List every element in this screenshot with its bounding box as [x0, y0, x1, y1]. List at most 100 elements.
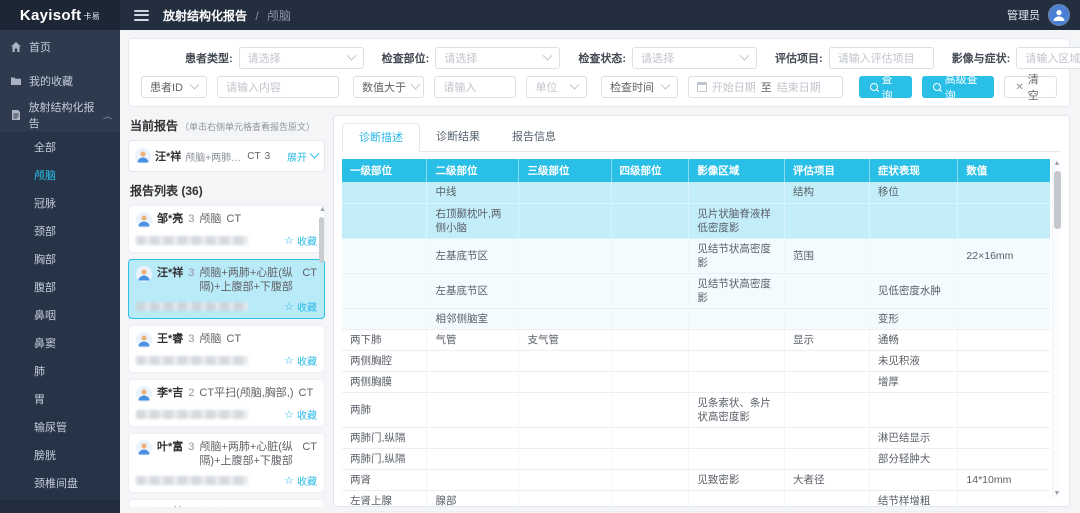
sidebar-submenu-item[interactable]: 胃	[0, 386, 120, 414]
table-cell[interactable]	[611, 350, 689, 371]
table-cell[interactable]	[427, 371, 519, 392]
table-cell[interactable]	[427, 448, 519, 469]
table-cell[interactable]: 见低密度水肿	[869, 273, 958, 308]
table-cell[interactable]	[958, 350, 1050, 371]
sidebar-item-structured-report[interactable]: 放射结构化报告 ︿	[0, 98, 120, 132]
favorite-button[interactable]: ☆ 收藏	[284, 299, 317, 314]
hamburger-menu-icon[interactable]	[134, 10, 149, 21]
table-cell[interactable]: 大者径	[784, 469, 869, 490]
table-cell[interactable]: 相邻侧脑室	[427, 308, 519, 329]
table-cell[interactable]	[519, 469, 611, 490]
table-cell[interactable]: 气管	[427, 329, 519, 350]
eval-item-input[interactable]: 请输入评估项目	[829, 47, 934, 69]
table-cell[interactable]: 见片状脑脊液样低密度影	[689, 203, 785, 238]
table-cell[interactable]	[342, 273, 427, 308]
table-cell[interactable]	[611, 308, 689, 329]
table-cell[interactable]	[611, 448, 689, 469]
table-cell[interactable]	[519, 490, 611, 511]
table-cell[interactable]	[342, 182, 427, 203]
sidebar-item-home[interactable]: 首页	[0, 30, 120, 64]
sidebar-submenu-item[interactable]: 膀胱	[0, 442, 120, 470]
sidebar-submenu-item[interactable]: 全部	[0, 134, 120, 162]
table-cell[interactable]	[611, 427, 689, 448]
table-cell[interactable]	[689, 490, 785, 511]
table-cell[interactable]: 增厚	[869, 371, 958, 392]
table-row[interactable]: 右顶颞枕叶,两侧小脑 见片状脑脊液样低密度影	[342, 203, 1050, 238]
table-cell[interactable]	[611, 469, 689, 490]
table-cell[interactable]: 两侧胸膜	[342, 371, 427, 392]
table-row[interactable]: 两肺门,纵隔部分轻肿大	[342, 448, 1050, 469]
table-cell[interactable]	[519, 427, 611, 448]
table-row[interactable]: 两肺门,纵隔淋巴结显示	[342, 427, 1050, 448]
favorite-button[interactable]: ☆ 收藏	[284, 407, 317, 422]
table-cell[interactable]	[689, 371, 785, 392]
sidebar-submenu-item[interactable]: 腹部	[0, 274, 120, 302]
table-cell[interactable]: 移位	[869, 182, 958, 203]
report-list-item[interactable]: 李*吉 2 CT平扫(颅脑,胸部,) CT ☆ 收藏	[128, 379, 325, 427]
table-cell[interactable]	[689, 448, 785, 469]
table-cell[interactable]	[611, 490, 689, 511]
sidebar-submenu-item[interactable]: 颈部	[0, 218, 120, 246]
image-symptom-input[interactable]: 请输入区域影像或症状表现	[1016, 47, 1080, 69]
scrollbar-thumb[interactable]	[1054, 171, 1061, 229]
report-list-item[interactable]: 邹*亮 3 颅脑 CT ☆ 收藏	[128, 205, 325, 253]
user-avatar[interactable]	[1048, 4, 1070, 26]
table-cell[interactable]	[958, 203, 1050, 238]
table-cell[interactable]: 见结节状高密度影	[689, 238, 785, 273]
breadcrumb-root[interactable]: 放射结构化报告	[163, 9, 247, 23]
table-cell[interactable]: 见结节状高密度影	[689, 273, 785, 308]
table-cell[interactable]: 右顶颞枕叶,两侧小脑	[427, 203, 519, 238]
table-scrollbar[interactable]: ▲ ▼	[1052, 159, 1061, 498]
table-row[interactable]: 左基底节区见结节状高密度影见低密度水肿	[342, 273, 1050, 308]
user-name[interactable]: 管理员	[1007, 7, 1040, 23]
table-cell[interactable]: 变形	[869, 308, 958, 329]
table-cell[interactable]: 范围	[784, 238, 869, 273]
scrollbar-thumb[interactable]	[319, 217, 324, 263]
table-cell[interactable]	[689, 182, 785, 203]
table-cell[interactable]	[958, 392, 1050, 427]
table-cell[interactable]	[342, 203, 427, 238]
table-cell[interactable]	[869, 469, 958, 490]
table-cell[interactable]	[958, 427, 1050, 448]
table-cell[interactable]	[784, 203, 869, 238]
table-cell[interactable]	[958, 329, 1050, 350]
table-cell[interactable]	[784, 448, 869, 469]
search-button[interactable]: 查询	[859, 76, 912, 98]
advanced-search-button[interactable]: 高级查询	[922, 76, 995, 98]
table-cell[interactable]	[689, 427, 785, 448]
scroll-down-icon[interactable]: ▼	[1054, 489, 1061, 498]
sidebar-submenu-item[interactable]: 胸部	[0, 246, 120, 274]
table-cell[interactable]: 部分轻肿大	[869, 448, 958, 469]
table-cell[interactable]: 显示	[784, 329, 869, 350]
table-cell[interactable]	[519, 371, 611, 392]
table-cell[interactable]	[958, 308, 1050, 329]
table-cell[interactable]	[427, 469, 519, 490]
tab-报告信息[interactable]: 报告信息	[496, 123, 572, 152]
report-list-item[interactable]: 周*慧 1 颅脑 CT ☆ 收藏	[128, 499, 325, 507]
numeric-compare-select[interactable]: 数值大于	[353, 76, 424, 98]
sidebar-item-favorites[interactable]: 我的收藏	[0, 64, 120, 98]
table-cell[interactable]	[784, 427, 869, 448]
table-row[interactable]: 中线结构移位	[342, 182, 1050, 203]
table-cell[interactable]: 见条索状、条片状高密度影	[689, 392, 785, 427]
table-cell[interactable]: 两下肺	[342, 329, 427, 350]
table-cell[interactable]	[689, 350, 785, 371]
table-cell[interactable]	[958, 273, 1050, 308]
table-cell[interactable]	[689, 329, 785, 350]
table-cell[interactable]: 左肾上腺	[342, 490, 427, 511]
clear-button[interactable]: ✕ 清空	[1004, 76, 1057, 98]
time-type-select[interactable]: 检查时间	[601, 76, 678, 98]
table-cell[interactable]	[519, 238, 611, 273]
table-cell[interactable]: 左基底节区	[427, 238, 519, 273]
table-cell[interactable]	[784, 308, 869, 329]
table-cell[interactable]: 两肾	[342, 469, 427, 490]
favorite-button[interactable]: ☆ 收藏	[284, 353, 317, 368]
table-cell[interactable]: 结构	[784, 182, 869, 203]
table-cell[interactable]	[519, 273, 611, 308]
current-report-card[interactable]: 汪*祥 颅脑+两肺+心... CT 3 展开	[128, 140, 325, 172]
table-cell[interactable]	[342, 308, 427, 329]
tab-诊断结果[interactable]: 诊断结果	[420, 123, 496, 152]
sidebar-submenu-item[interactable]: 冠脉	[0, 190, 120, 218]
table-cell[interactable]: 14*10mm	[958, 469, 1050, 490]
table-cell[interactable]	[869, 203, 958, 238]
